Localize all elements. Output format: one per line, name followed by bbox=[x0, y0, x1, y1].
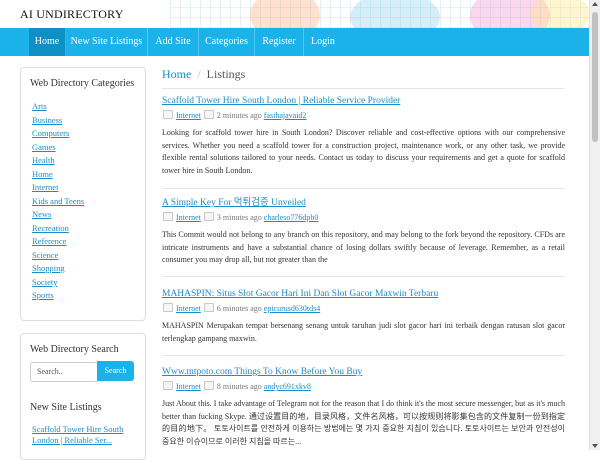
category-item[interactable]: News bbox=[32, 208, 84, 222]
category-item[interactable]: Recreation bbox=[32, 222, 84, 236]
listing-user[interactable]: epicurusd630tds4 bbox=[264, 304, 320, 313]
listing-category[interactable]: Internet bbox=[176, 304, 201, 313]
listing-description: This Commit would not belong to any bran… bbox=[162, 230, 565, 265]
breadcrumb: Home / Listings bbox=[162, 67, 245, 82]
category-item[interactable]: Computers bbox=[32, 127, 84, 141]
category-item[interactable]: Society bbox=[32, 276, 84, 290]
calendar-icon bbox=[203, 212, 214, 221]
header-decoration-blob bbox=[250, 0, 320, 28]
category-item[interactable]: Business bbox=[32, 114, 84, 128]
scroll-thumb[interactable] bbox=[592, 12, 598, 142]
header-decoration-blob bbox=[350, 0, 440, 28]
search-title: Web Directory Search bbox=[30, 344, 119, 355]
calendar-icon bbox=[203, 110, 214, 119]
listing-item: Scaffold Tower Hire South London | Relia… bbox=[162, 95, 565, 177]
page-scrollbar[interactable] bbox=[589, 0, 600, 450]
listing-time: 6 minutes ago bbox=[216, 304, 262, 313]
nav-home[interactable]: Home bbox=[29, 28, 66, 56]
listing-title[interactable]: Www.mtpoto.com Things To Know Before You… bbox=[162, 366, 565, 378]
category-link[interactable]: Home bbox=[32, 169, 53, 179]
category-link[interactable]: Reference bbox=[32, 236, 66, 246]
divider bbox=[162, 188, 565, 189]
listing-description: Looking for scaffold tower hire in South… bbox=[162, 128, 565, 175]
listing-user[interactable]: fasihajavaid2 bbox=[264, 111, 307, 120]
listing-meta: Internet 3 minutes ago charleso776dpb0 bbox=[162, 212, 565, 223]
scroll-up-arrow-icon[interactable] bbox=[592, 2, 598, 6]
category-item[interactable]: Home bbox=[32, 168, 84, 182]
category-item[interactable]: Arts bbox=[32, 100, 84, 114]
nav-add-site[interactable]: Add Site bbox=[148, 28, 199, 56]
new-listings-title: New Site Listings bbox=[30, 402, 102, 413]
listing-category[interactable]: Internet bbox=[176, 382, 201, 391]
calendar-icon bbox=[203, 303, 214, 312]
category-item[interactable]: Games bbox=[32, 141, 84, 155]
folder-icon bbox=[163, 303, 173, 312]
nav-register[interactable]: Register bbox=[255, 28, 304, 56]
category-link[interactable]: Kids and Teens bbox=[32, 196, 84, 206]
category-item[interactable]: Sports bbox=[32, 289, 84, 303]
category-link[interactable]: Games bbox=[32, 142, 56, 152]
listing-category[interactable]: Internet bbox=[176, 213, 201, 222]
categories-title: Web Directory Categories bbox=[30, 78, 135, 89]
nav-login[interactable]: Login bbox=[304, 28, 342, 56]
category-item[interactable]: Internet bbox=[32, 181, 84, 195]
folder-icon bbox=[163, 381, 173, 390]
categories-panel: Web Directory Categories Arts Business C… bbox=[20, 67, 146, 321]
category-link[interactable]: News bbox=[32, 209, 51, 219]
listing-meta: Internet 6 minutes ago epicurusd630tds4 bbox=[162, 303, 565, 314]
nav-categories[interactable]: Categories bbox=[199, 28, 255, 56]
listing-time: 8 minutes ago bbox=[216, 382, 262, 391]
new-listing-link[interactable]: Scaffold Tower Hire South London | Relia… bbox=[32, 424, 140, 446]
listing-item: A Simple Key For 먹튀검증 Unveiled Internet … bbox=[162, 197, 565, 267]
divider bbox=[162, 88, 565, 89]
category-item[interactable]: Kids and Teens bbox=[32, 195, 84, 209]
listing-description: MAHASPIN Merupakan tempat bersenang sena… bbox=[162, 321, 565, 343]
listing-title[interactable]: MAHASPIN: Situs Slot Gacor Hari Ini Dan … bbox=[162, 288, 565, 300]
listing-title[interactable]: A Simple Key For 먹튀검증 Unveiled bbox=[162, 197, 565, 209]
listing-item: MAHASPIN: Situs Slot Gacor Hari Ini Dan … bbox=[162, 288, 565, 345]
site-title[interactable]: AI UNDIRECTORY bbox=[20, 7, 124, 22]
category-link[interactable]: Arts bbox=[32, 101, 47, 111]
category-link[interactable]: Society bbox=[32, 277, 58, 287]
category-link[interactable]: Recreation bbox=[32, 223, 69, 233]
nav-new-site-listings[interactable]: New Site Listings bbox=[66, 28, 148, 56]
breadcrumb-current: Listings bbox=[206, 67, 246, 81]
listing-description: Just About this. I take advantage of Tel… bbox=[162, 399, 565, 446]
listing-meta: Internet 8 minutes ago andyc691xkv8 bbox=[162, 381, 565, 392]
listing-category[interactable]: Internet bbox=[176, 111, 201, 120]
category-item[interactable]: Shopping bbox=[32, 262, 84, 276]
listing-item: Www.mtpoto.com Things To Know Before You… bbox=[162, 366, 565, 448]
listing-user[interactable]: andyc691xkv8 bbox=[264, 382, 311, 391]
category-item[interactable]: Health bbox=[32, 154, 84, 168]
listing-time: 3 minutes ago bbox=[216, 213, 262, 222]
category-item[interactable]: Reference bbox=[32, 235, 84, 249]
folder-icon bbox=[163, 212, 173, 221]
category-list: Arts Business Computers Games Health Hom… bbox=[32, 100, 84, 303]
folder-icon bbox=[163, 110, 173, 119]
category-link[interactable]: Computers bbox=[32, 128, 69, 138]
listing-meta: Internet 2 minutes ago fasihajavaid2 bbox=[162, 110, 565, 121]
header-decoration-blob bbox=[530, 0, 590, 28]
category-link[interactable]: Business bbox=[32, 115, 62, 125]
breadcrumb-home[interactable]: Home bbox=[162, 67, 191, 81]
category-link[interactable]: Shopping bbox=[32, 263, 65, 273]
main-navbar: Home New Site Listings Add Site Categori… bbox=[0, 28, 590, 56]
listing-time: 2 minutes ago bbox=[216, 111, 262, 120]
category-item[interactable]: Science bbox=[32, 249, 84, 263]
site-header: AI UNDIRECTORY bbox=[0, 0, 590, 28]
category-link[interactable]: Science bbox=[32, 250, 58, 260]
category-link[interactable]: Internet bbox=[32, 182, 58, 192]
calendar-icon bbox=[203, 381, 214, 390]
breadcrumb-separator: / bbox=[197, 67, 201, 81]
category-link[interactable]: Sports bbox=[32, 290, 54, 300]
listing-user[interactable]: charleso776dpb0 bbox=[264, 213, 319, 222]
divider bbox=[162, 355, 565, 356]
divider bbox=[162, 276, 565, 277]
search-button[interactable]: Search bbox=[97, 361, 134, 381]
search-input[interactable]: Search.. bbox=[30, 362, 98, 382]
category-link[interactable]: Health bbox=[32, 155, 55, 165]
search-panel: Web Directory Search Search.. Search New… bbox=[20, 333, 146, 460]
listing-title[interactable]: Scaffold Tower Hire South London | Relia… bbox=[162, 95, 565, 107]
scroll-down-arrow-icon[interactable] bbox=[592, 444, 598, 448]
